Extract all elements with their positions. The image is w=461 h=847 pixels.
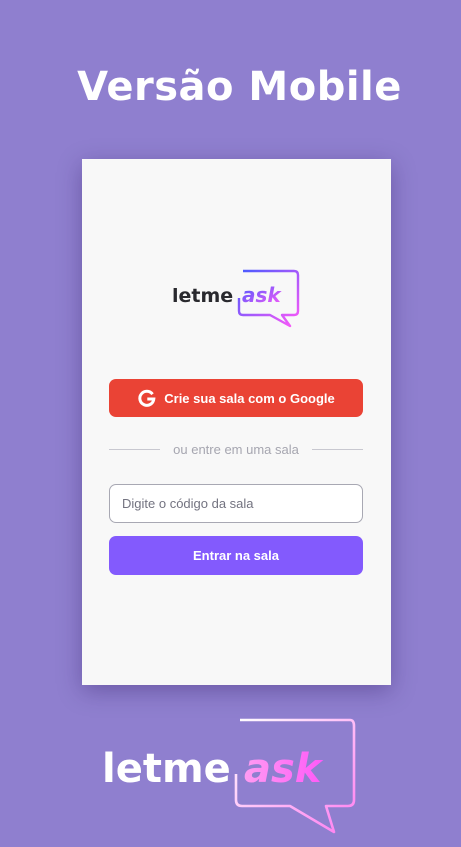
enter-button-label: Entrar na sala	[193, 548, 279, 563]
separator-line-left	[109, 449, 161, 450]
mobile-screen: letme ask Crie sua sala com o Google ou …	[82, 159, 391, 685]
separator-text: ou entre em uma sala	[173, 442, 299, 457]
google-button-label: Crie sua sala com o Google	[164, 390, 335, 406]
google-g-icon	[137, 388, 157, 408]
letmeask-logo-large: letme ask	[102, 718, 356, 834]
page-title: Versão Mobile	[77, 64, 402, 110]
room-code-input[interactable]	[109, 484, 363, 523]
logo-word-main: letme	[172, 285, 233, 307]
create-room-google-button[interactable]: Crie sua sala com o Google	[109, 379, 363, 417]
enter-room-button[interactable]: Entrar na sala	[109, 536, 363, 575]
logo-word-accent: ask	[242, 283, 282, 307]
letmeask-logo: letme ask	[172, 269, 300, 328]
separator-line-right	[311, 449, 364, 450]
logo-word-accent: ask	[244, 746, 324, 792]
logo-word-main: letme	[102, 746, 231, 792]
separator: ou entre em uma sala	[109, 442, 364, 457]
